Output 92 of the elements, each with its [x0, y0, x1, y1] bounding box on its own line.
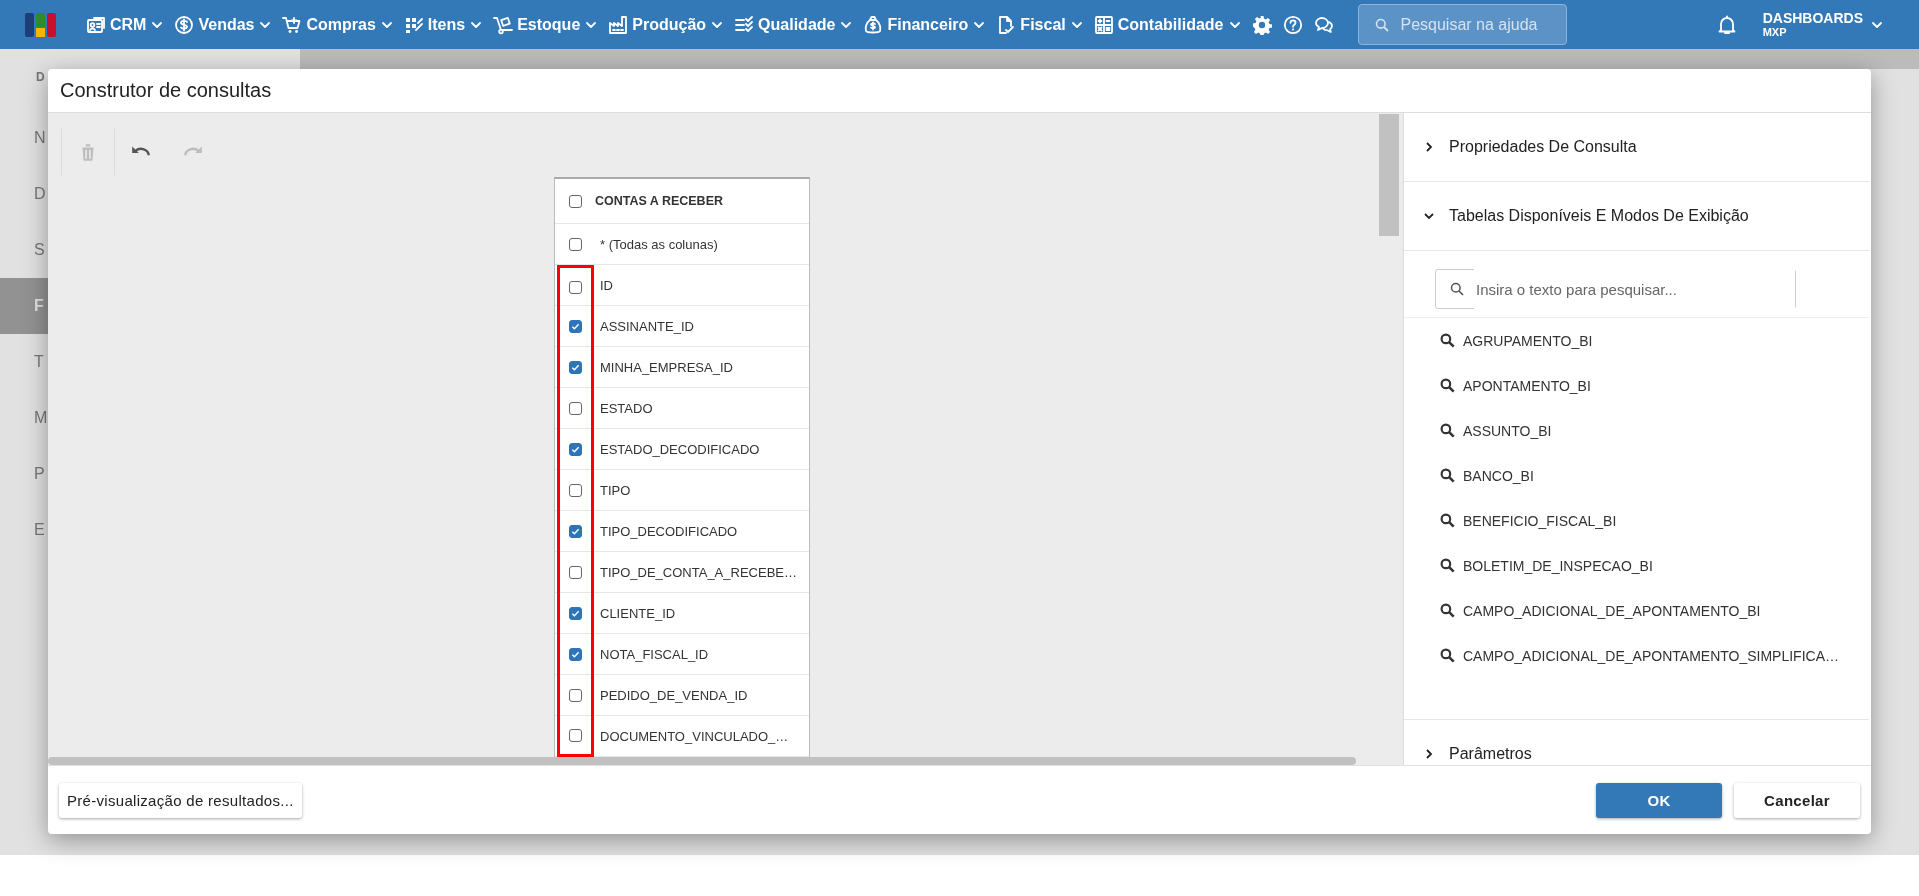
checkbox[interactable] — [569, 484, 582, 497]
menu-item[interactable]: CRM — [86, 14, 164, 35]
search-input[interactable]: Pesquisar na ajuda — [1398, 4, 1566, 45]
column-name: MINHA_EMPRESA_ID — [600, 359, 733, 375]
menu-item[interactable]: Fiscal — [996, 14, 1083, 35]
menu-item[interactable]: Produção — [608, 14, 724, 35]
logo-icon — [25, 10, 56, 39]
checkbox[interactable] — [569, 361, 582, 374]
horizontal-scrollbar[interactable] — [48, 757, 1356, 765]
chat-bubbles-icon — [1313, 14, 1334, 35]
search-icon — [1440, 378, 1455, 393]
column-name: ID — [600, 277, 613, 293]
bell-icon — [1716, 14, 1737, 35]
id-card-icon — [86, 14, 106, 35]
checkmark-icon — [571, 650, 580, 659]
sidebar-heading: D — [36, 70, 45, 85]
search-icon — [1450, 282, 1464, 296]
vertical-scrollbar[interactable] — [1379, 114, 1399, 236]
table-list-item[interactable]: APONTAMENTO_BI — [1404, 363, 1595, 408]
money-bag-icon — [863, 14, 884, 35]
section-header[interactable]: Propriedades De Consulta — [1404, 113, 1869, 182]
column-name: ASSINANTE_ID — [600, 318, 694, 334]
checkmark-icon — [571, 527, 580, 536]
column-name: PEDIDO_DE_VENDA_ID — [600, 687, 748, 703]
search-icon — [1440, 603, 1455, 618]
hand-truck-icon — [493, 14, 514, 35]
section-header[interactable]: Tabelas Disponíveis E Modos De Exibição — [1404, 182, 1869, 251]
table-list-item[interactable]: CAMPO_ADICIONAL_DE_APONTAMENTO_SIMPLIFICA… — [1404, 633, 1843, 678]
search-icon — [1440, 558, 1455, 573]
table-title: CONTAS A RECEBER — [595, 194, 723, 208]
menu-item[interactable]: Vendas — [174, 14, 272, 35]
checkbox[interactable] — [569, 648, 582, 661]
checkbox[interactable] — [569, 443, 582, 456]
menu-item[interactable]: Financeiro — [863, 14, 986, 35]
column-name: CLIENTE_ID — [600, 605, 676, 621]
checkmark-icon — [571, 445, 580, 454]
table-list-item[interactable]: ASSUNTO_BI — [1404, 408, 1556, 453]
table-list-item[interactable]: AGRUPAMENTO_BI — [1404, 318, 1597, 363]
account-menu[interactable]: DASHBOARDS MXP — [1762, 10, 1883, 39]
checkmark-icon — [571, 322, 580, 331]
factory-icon — [608, 14, 629, 35]
preview-button[interactable]: Pré-visualização de resultados... — [59, 782, 302, 818]
menu-item[interactable]: Compras — [282, 14, 393, 35]
settings-icon — [1251, 14, 1272, 35]
checkbox[interactable] — [569, 320, 582, 333]
column-name: * (Todas as colunas) — [600, 236, 718, 252]
checkmark-icon — [571, 609, 580, 618]
ok-button[interactable]: OK — [1596, 782, 1722, 818]
checkbox[interactable] — [569, 525, 582, 538]
table-list-item[interactable]: BOLETIM_DE_INSPECAO_BI — [1404, 543, 1657, 588]
help-icon — [1282, 14, 1303, 35]
search-icon — [1440, 648, 1455, 663]
search-icon — [1374, 17, 1389, 32]
column-name: TIPO_DE_CONTA_A_RECEBE… — [600, 564, 797, 580]
checkbox[interactable] — [569, 607, 582, 620]
calculator-icon — [1093, 14, 1114, 35]
search-icon — [1440, 513, 1455, 528]
search-icon — [1440, 423, 1455, 438]
cancel-button[interactable]: Cancelar — [1734, 782, 1860, 818]
checklist-icon — [734, 14, 755, 35]
dollar-icon — [174, 14, 195, 35]
column-name: TIPO — [600, 482, 631, 498]
column-name: ESTADO_DECODIFICADO — [600, 441, 760, 457]
account-name: DASHBOARDS — [1762, 10, 1863, 26]
chevron-right-icon — [1423, 141, 1435, 153]
chevron-down-icon — [1423, 210, 1435, 222]
search-icon — [1440, 468, 1455, 483]
checkbox[interactable] — [569, 402, 582, 415]
column-name: DOCUMENTO_VINCULADO_… — [600, 728, 789, 744]
checkbox[interactable] — [569, 689, 582, 702]
cart-icon — [282, 14, 303, 35]
checkbox[interactable] — [569, 728, 582, 742]
column-name: ESTADO — [600, 400, 653, 416]
search-field[interactable]: Pesquisar na ajuda — [1357, 4, 1567, 45]
menu-item[interactable]: Qualidade — [734, 14, 853, 35]
chevron-right-icon — [1423, 748, 1435, 760]
menu-item[interactable]: Itens — [403, 14, 483, 35]
table-list-item[interactable]: BANCO_BI — [1404, 453, 1538, 498]
column-name: NOTA_FISCAL_ID — [600, 646, 709, 662]
checkbox[interactable] — [569, 194, 582, 208]
menu-item[interactable]: Contabilidade — [1093, 14, 1241, 35]
checkbox[interactable] — [569, 280, 582, 294]
document-check-icon — [996, 14, 1017, 35]
search-icon — [1440, 333, 1455, 348]
checkbox[interactable] — [569, 566, 582, 579]
column-name: TIPO_DECODIFICADO — [600, 523, 738, 539]
table-list-item[interactable]: CAMPO_ADICIONAL_DE_APONTAMENTO_BI — [1404, 588, 1765, 633]
account-subtitle: MXP — [1762, 26, 1788, 39]
menu-item[interactable]: Estoque — [493, 14, 598, 35]
table-list-item[interactable]: BENEFICIO_FISCAL_BI — [1404, 498, 1621, 543]
checkmark-icon — [571, 363, 580, 372]
checkbox[interactable] — [569, 237, 582, 251]
